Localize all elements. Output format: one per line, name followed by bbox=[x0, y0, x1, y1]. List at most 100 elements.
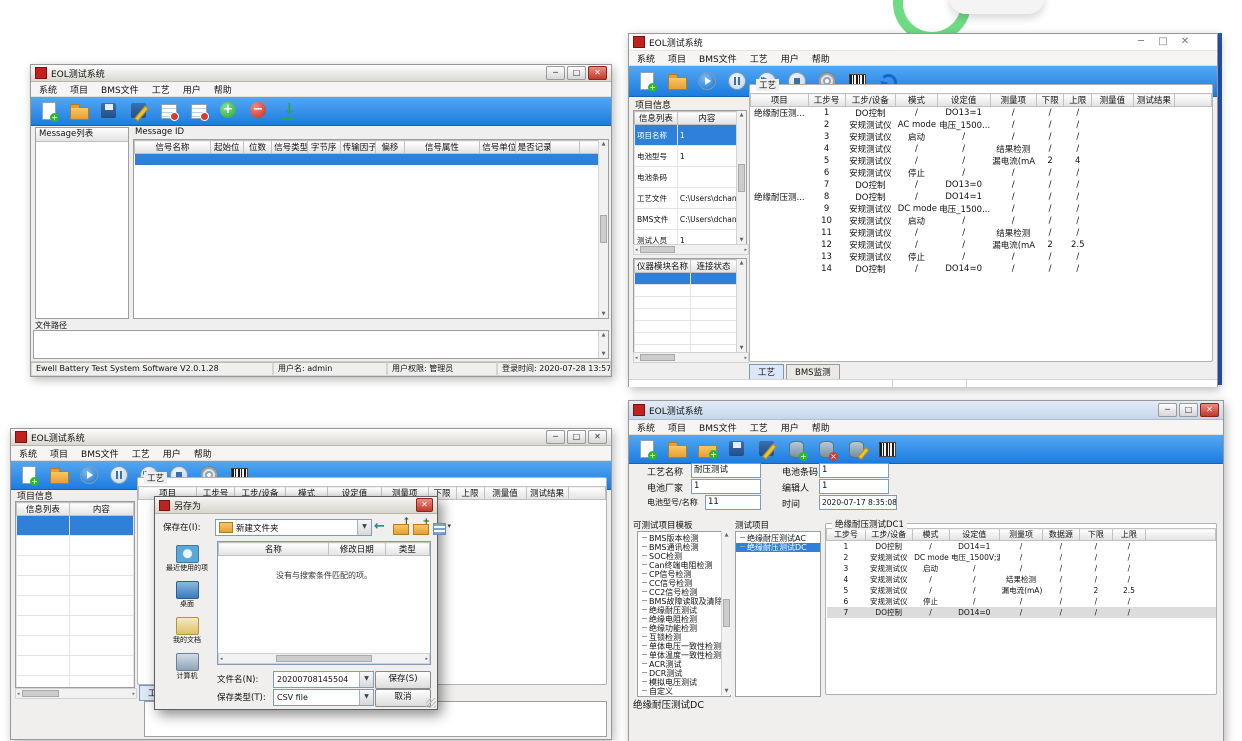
db-add-icon[interactable] bbox=[787, 439, 807, 459]
close-button[interactable]: ✕ bbox=[1175, 36, 1195, 48]
views-icon[interactable] bbox=[433, 519, 449, 535]
column-header[interactable]: 是否记录 bbox=[515, 141, 550, 154]
column-header[interactable]: 类型 bbox=[385, 543, 429, 556]
new-doc-icon[interactable] bbox=[19, 465, 39, 485]
play-icon[interactable] bbox=[697, 71, 717, 91]
place-item[interactable]: 最近使用的项 bbox=[160, 545, 214, 572]
column-header[interactable]: 信息列表 bbox=[17, 503, 70, 516]
template-item[interactable]: 绝缘功能检测 bbox=[638, 624, 730, 633]
menu-item[interactable]: 项目 bbox=[70, 83, 88, 96]
column-header[interactable]: 模式 bbox=[912, 529, 949, 541]
menu-item[interactable]: 用户 bbox=[163, 447, 181, 460]
template-item[interactable]: BMS通讯检测 bbox=[638, 543, 730, 552]
open-folder-icon[interactable] bbox=[667, 71, 687, 91]
up-folder-icon[interactable] bbox=[393, 519, 409, 535]
battery-vendor-input[interactable]: 1 bbox=[691, 479, 761, 494]
save-as-icon[interactable] bbox=[129, 101, 149, 121]
column-header[interactable] bbox=[568, 487, 605, 500]
db-remove-icon[interactable] bbox=[817, 439, 837, 459]
file-path-textarea[interactable]: ▲▼ bbox=[33, 330, 609, 359]
table-row[interactable]: 测试人员1 bbox=[635, 230, 737, 246]
menu-item[interactable]: 用户 bbox=[183, 83, 201, 96]
column-header[interactable]: 连接状态 bbox=[691, 260, 737, 273]
column-header[interactable]: 信号类型 bbox=[272, 141, 307, 154]
column-header[interactable]: 仪器模块名称 bbox=[635, 260, 691, 273]
new-folder-icon[interactable] bbox=[413, 519, 429, 535]
table-row[interactable]: 电池型号1 bbox=[635, 146, 737, 167]
table-row[interactable]: 电池条码 bbox=[635, 167, 737, 188]
column-header[interactable]: 上限 bbox=[1064, 94, 1092, 107]
column-header[interactable]: 内容 bbox=[69, 503, 133, 516]
chevron-down-icon[interactable]: ▼ bbox=[359, 672, 373, 687]
table-row[interactable]: BMS文件C:\Users\dchangjiang\Desktop\ bbox=[635, 209, 737, 230]
template-item[interactable]: 绝缘电阻检测 bbox=[638, 615, 730, 624]
proc-name-input[interactable]: 耐压测试 bbox=[691, 463, 761, 478]
tab[interactable]: BMS监测 bbox=[786, 364, 840, 380]
column-header[interactable]: 修改日期 bbox=[328, 543, 385, 556]
titlebar[interactable]: EOL测试系统 ─ □ ✕ bbox=[31, 65, 611, 82]
template-item[interactable]: DCR测试 bbox=[638, 669, 730, 678]
column-header[interactable]: 下限 bbox=[1036, 94, 1064, 107]
titlebar[interactable]: EOL测试系统 ─ □ ✕ bbox=[629, 34, 1217, 51]
save-in-combo[interactable]: 新建文件夹 ▼ bbox=[215, 519, 372, 536]
template-item[interactable]: CP信号检测 bbox=[638, 570, 730, 579]
table-row[interactable]: 绝缘耐压测...8DO控制/DO14=1/// bbox=[751, 191, 1212, 203]
info-table-vscroll[interactable]: ▲▼ bbox=[736, 111, 746, 244]
file-list-hscroll[interactable]: ◂▸ bbox=[218, 653, 430, 664]
menu-item[interactable]: BMS文件 bbox=[699, 421, 737, 434]
column-header[interactable]: 测试结果 bbox=[526, 487, 568, 500]
open-folder-icon[interactable] bbox=[49, 465, 69, 485]
menu-item[interactable]: 帮助 bbox=[812, 52, 830, 65]
close-button[interactable]: ✕ bbox=[588, 66, 607, 80]
column-header[interactable]: 传输因子 bbox=[340, 141, 375, 154]
column-header[interactable]: 设定值 bbox=[937, 94, 990, 107]
template-item[interactable]: CC2信号检测 bbox=[638, 588, 730, 597]
table-row[interactable]: 4安规测试仪//结果检测/// bbox=[827, 574, 1216, 585]
download-icon[interactable] bbox=[279, 101, 299, 121]
maximize-button[interactable]: □ bbox=[1179, 403, 1198, 417]
table-row[interactable]: 5安规测试仪//漏电流(mA)24 bbox=[751, 155, 1212, 167]
menu-item[interactable]: 工艺 bbox=[750, 421, 768, 434]
maximize-button[interactable]: □ bbox=[567, 430, 586, 444]
pause-icon[interactable] bbox=[727, 71, 747, 91]
status-segment[interactable]: Ewell Battery Test System Software V2.0.… bbox=[31, 362, 273, 376]
template-item[interactable]: CC信号检测 bbox=[638, 579, 730, 588]
open-folder-icon[interactable] bbox=[667, 439, 687, 459]
column-header[interactable]: 信号名称 bbox=[135, 141, 211, 154]
dialog-titlebar[interactable]: 另存为 ✕ bbox=[155, 497, 437, 514]
new-doc-icon[interactable] bbox=[39, 101, 59, 121]
table-row[interactable]: 2安规测试仪AC mode电压_1500.../// bbox=[751, 119, 1212, 131]
filename-combo[interactable]: 20200708145504 ▼ bbox=[273, 671, 374, 688]
export-table-icon[interactable] bbox=[159, 101, 179, 121]
status-segment[interactable]: 用户权限: 管理员 bbox=[387, 362, 497, 376]
menu-item[interactable]: BMS文件 bbox=[101, 83, 139, 96]
template-item[interactable]: 模拟电压测试 bbox=[638, 678, 730, 687]
maximize-button[interactable]: □ bbox=[567, 66, 586, 80]
column-header[interactable]: 信号属性 bbox=[404, 141, 480, 154]
menu-item[interactable]: 工艺 bbox=[750, 52, 768, 65]
add-icon[interactable] bbox=[219, 101, 239, 121]
menu-item[interactable]: 帮助 bbox=[812, 421, 830, 434]
column-header[interactable]: 上限 bbox=[456, 487, 484, 500]
template-item[interactable]: ACR测试 bbox=[638, 660, 730, 669]
table-row[interactable]: 2安规测试仪DC mode电压_1500V;漏...//// bbox=[827, 552, 1216, 563]
close-button[interactable]: ✕ bbox=[1200, 403, 1219, 417]
column-header[interactable]: 测量项 bbox=[990, 94, 1036, 107]
new-doc-icon[interactable] bbox=[637, 71, 657, 91]
export-table-2-icon[interactable] bbox=[189, 101, 209, 121]
status-segment[interactable]: 登录时间: 2020-07-28 13:57:39 bbox=[497, 362, 611, 376]
place-item[interactable]: 桌面 bbox=[160, 581, 214, 608]
table-row[interactable]: 3安规测试仪启动//// bbox=[751, 131, 1212, 143]
filetype-combo[interactable]: CSV file ▼ bbox=[273, 689, 374, 706]
module-table-vscroll[interactable]: ▲▼ bbox=[736, 259, 746, 352]
column-header[interactable]: 上限 bbox=[1112, 529, 1145, 541]
template-item[interactable]: Can终端电阻检测 bbox=[638, 561, 730, 570]
template-list-vscroll[interactable]: ▲▼ bbox=[721, 531, 731, 695]
message-list-header[interactable]: Message列表 bbox=[36, 128, 128, 142]
menu-item[interactable]: BMS文件 bbox=[81, 447, 119, 460]
column-header[interactable]: 下限 bbox=[1079, 529, 1112, 541]
module-table-hscroll[interactable]: ◂▸ bbox=[633, 352, 749, 363]
table-row[interactable]: 3安规测试仪启动///// bbox=[827, 563, 1216, 574]
barcode-icon[interactable] bbox=[877, 439, 897, 459]
barcode-input[interactable]: 1 bbox=[819, 463, 889, 478]
